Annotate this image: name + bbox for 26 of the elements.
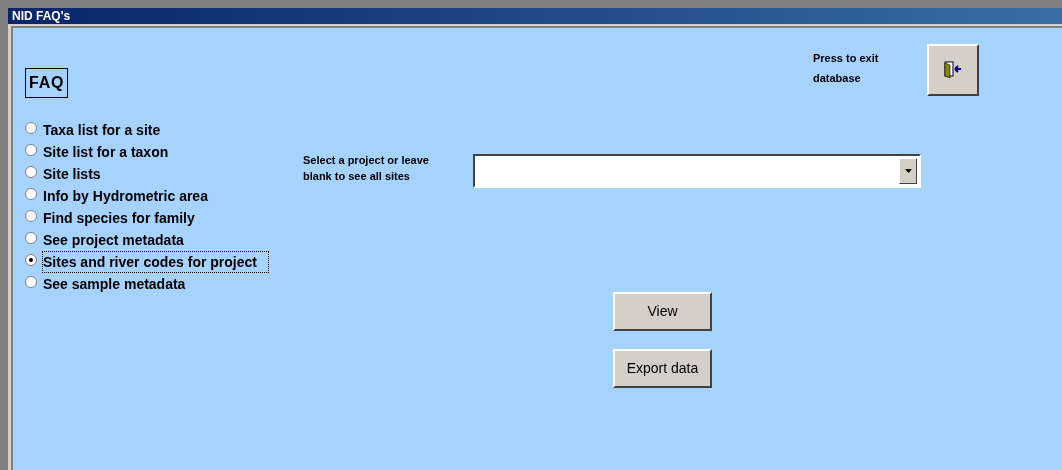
radio-button[interactable] bbox=[25, 232, 37, 244]
radio-option[interactable]: Info by Hydrometric area bbox=[25, 186, 303, 206]
radio-button[interactable] bbox=[25, 122, 37, 134]
view-button[interactable]: View bbox=[613, 292, 712, 331]
radio-option[interactable]: Find species for family bbox=[25, 208, 303, 228]
radio-option[interactable]: Site list for a taxon bbox=[25, 142, 303, 162]
exit-label: Press to exit database bbox=[813, 51, 880, 86]
radio-option[interactable]: Sites and river codes for project bbox=[25, 252, 303, 272]
export-button[interactable]: Export data bbox=[613, 349, 712, 388]
radio-button[interactable] bbox=[25, 144, 37, 156]
radio-button[interactable] bbox=[25, 254, 37, 266]
caret-icon[interactable] bbox=[899, 158, 917, 184]
radio-button[interactable] bbox=[25, 210, 37, 222]
project-select-label: Select a project or leave blank to see all sites bbox=[303, 153, 430, 184]
faq-heading: FAQ bbox=[25, 68, 69, 98]
radio-option[interactable]: Site lists bbox=[25, 164, 303, 184]
window-title: NID FAQ's bbox=[8, 8, 1062, 24]
radio-button[interactable] bbox=[25, 276, 37, 288]
radio-button[interactable] bbox=[25, 166, 37, 178]
door-exit-icon bbox=[942, 61, 964, 79]
radio-button[interactable] bbox=[25, 188, 37, 200]
exit-button[interactable] bbox=[927, 44, 979, 96]
radio-option[interactable]: Taxa list for a site bbox=[25, 120, 303, 140]
project-dropdown[interactable] bbox=[473, 154, 921, 188]
radio-option[interactable]: See project metadata bbox=[25, 230, 303, 250]
radio-option[interactable]: See sample metadata bbox=[25, 274, 303, 294]
